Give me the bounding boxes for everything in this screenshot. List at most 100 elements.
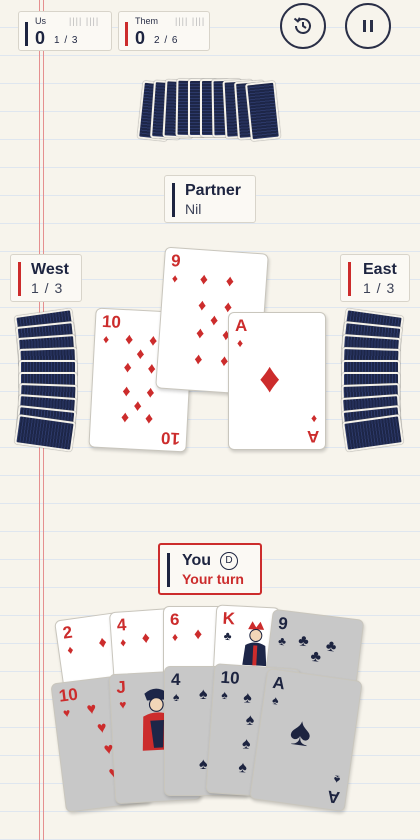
diamond-pip-icon: ♦ [199,271,209,289]
diamond-pip-icon: ♦ [97,633,108,652]
club-pip-icon: ♣ [297,632,310,651]
diamond-pip-icon: ♦ [259,354,281,401]
west-name: West [31,261,69,278]
card-suit-icon: ♦ [119,635,127,650]
diamond-pip-icon: ♦ [197,297,207,315]
card-suit-icon: ♠ [271,692,280,708]
spade-pip-icon: ♠ [242,689,253,707]
hand-card[interactable]: A ♠ ♠ A ♠ [249,667,363,813]
card-suit-icon: ♣ [223,628,232,644]
west-hand [14,308,80,452]
card-back [342,414,404,452]
team-them-color-bar [125,22,128,46]
card-rank-bottom: 10 [160,428,181,449]
diamond-pip-icon: ♦ [195,324,205,343]
diamond-pip-icon: ♦ [145,384,155,402]
heart-pip-icon: ♥ [85,700,98,719]
turn-status: Your turn [182,571,244,587]
card-rank: 4 [171,670,181,689]
west-label: West 1 / 3 [10,254,82,302]
card-suit-icon: ♦ [172,630,179,644]
pause-button[interactable] [345,3,391,49]
card-rank: 4 [116,615,127,635]
east-hand [341,308,408,452]
card-rank: 2 [61,622,74,643]
club-pip-icon: ♣ [324,637,338,656]
spade-pip-icon: ♠ [241,735,252,753]
trick-card-east: A ♦ ♦ A ♦ [228,312,326,450]
club-pip-icon: ♣ [309,647,323,666]
card-suit-icon-bottom: ♠ [332,772,341,788]
diamond-pip-icon: ♦ [147,360,157,378]
heart-pip-icon: ♥ [96,719,108,738]
card-back [245,80,281,142]
spade-pip-icon: ♠ [287,708,315,756]
card-rank: 6 [170,610,180,629]
card-rank: J [115,677,127,697]
card-rank: 10 [220,667,241,688]
diamond-pip-icon: ♦ [133,397,143,416]
card-suit-icon: ♦ [102,331,110,347]
team-us-score: 0 [35,28,46,48]
diamond-pip-icon: ♦ [144,410,154,428]
team-them-tricks: 2 / 6 [154,35,179,46]
card-suit-icon: ♥ [118,697,127,712]
diamond-pip-icon: ♦ [120,409,130,427]
team-them-label: Them [135,16,159,26]
east-tricks: 1 / 3 [363,280,396,296]
spade-pip-icon: ♠ [245,711,255,730]
dealer-badge: D [220,552,238,570]
team-us-color-bar [25,22,28,46]
partner-color-bar [172,183,175,217]
diamond-pip-icon: ♦ [141,629,151,648]
card-rank: 9 [277,613,289,634]
partner-hand [137,78,281,148]
card-suit-icon: ♥ [62,705,72,721]
card-rank-bottom: A [325,786,341,808]
diamond-pip-icon: ♦ [209,311,219,330]
diamond-pip-icon: ♦ [135,345,145,364]
diamond-pip-icon: ♦ [193,350,204,369]
you-label: You D Your turn [158,543,262,595]
diamond-pip-icon: ♦ [194,626,203,643]
card-rank: A [235,316,248,335]
partner-bid: Nil [185,201,202,217]
card-rank: 10 [101,311,122,332]
partner-name: Partner [185,182,242,199]
history-icon [293,17,311,34]
you-name: You [182,552,212,569]
card-suit-icon: ♦ [237,336,244,350]
card-rank: A [271,672,287,694]
dealer-badge-label: D [225,555,233,566]
history-button[interactable] [280,3,326,49]
west-tricks: 1 / 3 [31,280,64,296]
card-suit-icon: ♠ [220,687,229,703]
card-rank: 10 [57,684,79,706]
score-us: Us |||| |||| 0 1 / 3 [18,11,112,51]
diamond-pip-icon: ♦ [121,383,131,401]
card-rank-bottom: A [306,427,319,446]
pause-icon [363,20,373,32]
team-them-score: 0 [135,28,146,48]
card-suit-icon: ♦ [171,271,179,286]
card-suit-icon: ♣ [277,633,287,649]
team-us-label: Us [35,16,46,26]
card-rank: 9 [170,251,182,271]
spade-pip-icon: ♠ [199,686,208,703]
card-suit-icon: ♠ [173,690,180,704]
east-name: East [363,261,397,278]
diamond-pip-icon: ♦ [124,331,134,349]
spade-pip-icon: ♠ [237,759,248,777]
diamond-pip-icon: ♦ [123,359,133,377]
east-label: East 1 / 3 [340,254,410,302]
west-color-bar [18,262,21,296]
card-suit-icon-bottom: ♦ [310,412,317,426]
diamond-pip-icon: ♦ [225,272,235,291]
team-us-tally: |||| |||| [69,16,100,26]
you-color-bar [167,553,170,587]
partner-label: Partner Nil [164,175,256,223]
team-them-tally: |||| |||| [175,16,206,26]
diamond-pip-icon: ♦ [148,332,158,350]
east-color-bar [348,262,351,296]
team-us-tricks: 1 / 3 [54,35,79,46]
